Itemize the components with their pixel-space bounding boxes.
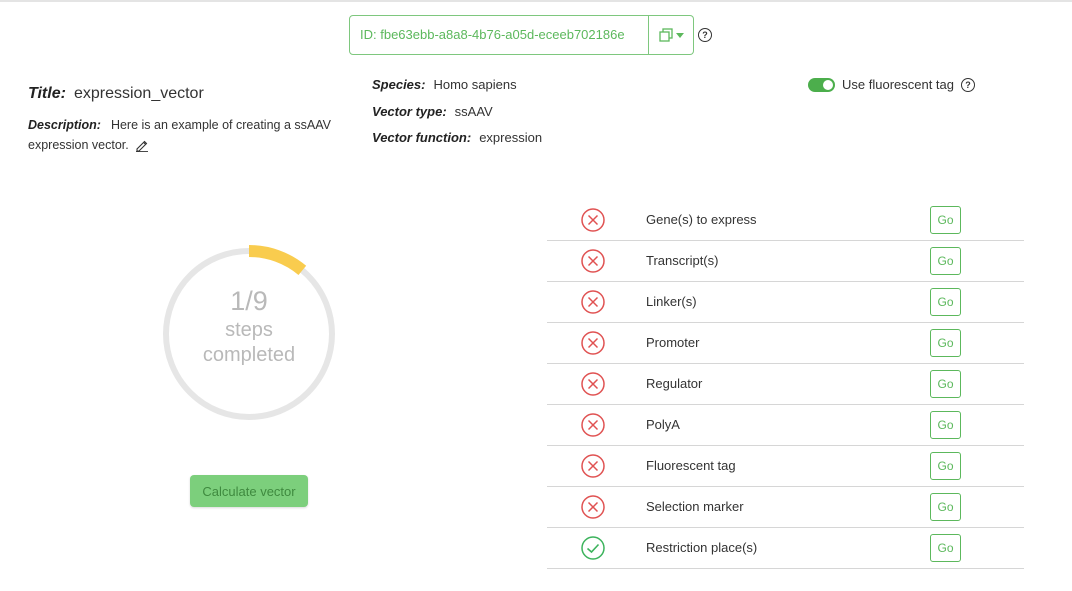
x-circle-icon — [581, 413, 605, 437]
x-circle-icon — [581, 454, 605, 478]
description-label: Description: — [28, 118, 101, 132]
title-label: Title: — [28, 85, 66, 102]
pencil-icon[interactable] — [135, 139, 149, 153]
step-go-button[interactable]: Go — [930, 370, 961, 398]
step-row: Selection marker Go — [547, 487, 1024, 528]
step-name: PolyA — [646, 417, 680, 432]
vector-type-value: ssAAV — [454, 103, 493, 119]
x-circle-icon — [581, 372, 605, 396]
fluorescent-tag-toggle[interactable] — [808, 77, 835, 92]
step-go-button[interactable]: Go — [930, 206, 961, 234]
progress-label-steps: steps — [225, 319, 273, 341]
vector-function-label: Vector function: — [372, 130, 472, 145]
x-circle-icon — [581, 249, 605, 273]
step-go-button[interactable]: Go — [930, 534, 961, 562]
progress-count: 1/9 — [230, 286, 268, 316]
step-go-button[interactable]: Go — [930, 411, 961, 439]
step-go-button[interactable]: Go — [930, 493, 961, 521]
vector-title: Title: expression_vector — [28, 85, 204, 103]
step-name: Transcript(s) — [646, 253, 719, 268]
step-go-button[interactable]: Go — [930, 247, 961, 275]
title-value: expression_vector — [73, 85, 204, 102]
step-name: Linker(s) — [646, 294, 697, 309]
step-name: Fluorescent tag — [646, 458, 736, 473]
vector-metadata: Species: Homo sapiens Vector type: ssAAV V… — [372, 76, 542, 156]
step-go-button[interactable]: Go — [930, 329, 961, 357]
vector-function-row: Vector function: expression — [372, 129, 542, 156]
step-row: Promoter Go — [547, 323, 1024, 364]
step-row: Transcript(s) Go — [547, 241, 1024, 282]
check-circle-icon — [581, 536, 605, 560]
progress-text: 1/9 steps completed — [160, 284, 338, 368]
x-circle-icon — [581, 208, 605, 232]
caret-down-icon — [675, 32, 684, 38]
step-name: Selection marker — [646, 499, 744, 514]
step-name: Promoter — [646, 335, 700, 350]
step-name: Restriction place(s) — [646, 540, 758, 555]
fluorescent-tag-label: Use fluorescent tag — [842, 77, 955, 92]
x-circle-icon — [581, 331, 605, 355]
step-row: Fluorescent tag Go — [547, 446, 1024, 487]
vector-id-field[interactable]: ID: fbe63ebb-a8a8-4b76-a05d-eceeb702186e — [349, 15, 649, 55]
copy-icon — [658, 28, 673, 42]
step-row: Regulator Go — [547, 364, 1024, 405]
step-go-button[interactable]: Go — [930, 452, 961, 480]
progress-label-completed: completed — [202, 344, 296, 366]
step-name: Gene(s) to express — [646, 212, 757, 227]
fluorescent-tag-option: Use fluorescent tag ? — [808, 77, 976, 92]
step-go-button[interactable]: Go — [930, 288, 961, 316]
x-circle-icon — [581, 290, 605, 314]
species-label: Species: — [372, 77, 426, 92]
fluorescent-help-icon[interactable]: ? — [961, 77, 976, 92]
step-row: PolyA Go — [547, 405, 1024, 446]
vector-type-row: Vector type: ssAAV — [372, 103, 542, 130]
vector-id-group: ID: fbe63ebb-a8a8-4b76-a05d-eceeb702186e — [349, 15, 694, 55]
step-name: Regulator — [646, 376, 703, 391]
x-circle-icon — [581, 495, 605, 519]
copy-id-button[interactable] — [649, 15, 694, 55]
vector-function-value: expression — [479, 130, 543, 145]
vector-type-label: Vector type: — [372, 103, 447, 119]
species-value: Homo sapiens — [433, 77, 517, 92]
step-row: Restriction place(s) Go — [547, 528, 1024, 569]
top-divider — [0, 0, 1072, 2]
step-row: Linker(s) Go — [547, 282, 1024, 323]
id-help-icon[interactable]: ? — [698, 28, 712, 42]
step-row: Gene(s) to express Go — [547, 200, 1024, 241]
species-row: Species: Homo sapiens — [372, 76, 542, 103]
vector-description: Description: Here is an example of creati… — [28, 115, 358, 155]
calculate-vector-button[interactable]: Calculate vector — [190, 475, 308, 507]
steps-list: Gene(s) to express Go Transcript(s) Go Linke… — [547, 200, 1024, 569]
